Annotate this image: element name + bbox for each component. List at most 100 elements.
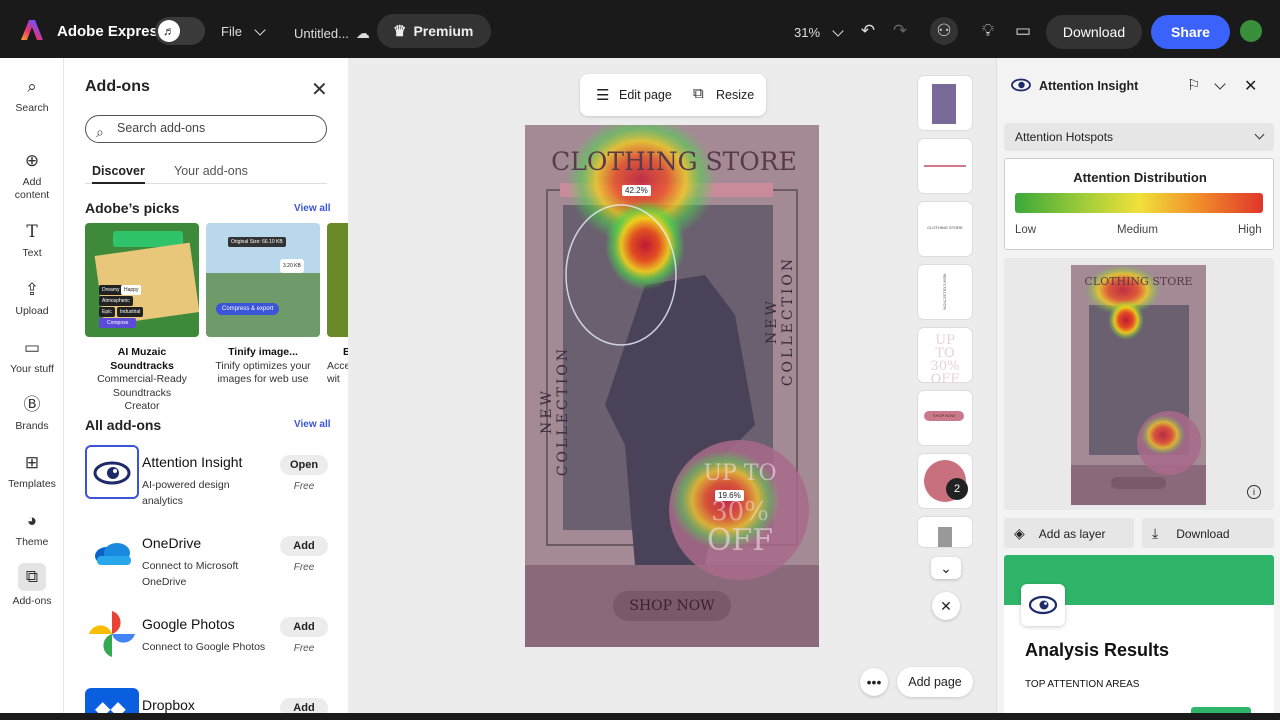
document-title[interactable]: Untitled... ☁: [294, 25, 370, 42]
pick-name: Tinify image...: [228, 346, 298, 358]
hotspots-dropdown[interactable]: Attention Hotspots: [1004, 123, 1274, 151]
nav-label: Theme: [15, 536, 49, 548]
edit-toolbar: ☰ Edit page ⧉ Resize: [580, 74, 766, 116]
pick-tile-text: Compose: [99, 318, 137, 328]
info-icon[interactable]: i: [1247, 485, 1261, 499]
nav-label: Search: [15, 102, 49, 114]
results-subtitle: TOP ATTENTION AREAS: [1025, 679, 1140, 690]
nav-addons[interactable]: ⧉ Add-ons: [0, 563, 64, 607]
addons-tabs: Discover Your add-ons: [85, 162, 327, 184]
design-page[interactable]: CLOTHING STORE 42.2% NEW COLLECTION NEW …: [525, 125, 819, 647]
chevron-down-icon[interactable]: [1214, 78, 1226, 90]
close-icon[interactable]: ✕: [1244, 76, 1257, 96]
pick-tile-third[interactable]: [327, 223, 348, 337]
tab-your-addons[interactable]: Your add-ons: [174, 164, 248, 178]
addon-name: Attention Insight: [142, 454, 243, 470]
edit-page-button[interactable]: Edit page: [619, 88, 672, 102]
add-page-button[interactable]: Add page: [897, 667, 973, 697]
nav-label: Templates: [8, 478, 56, 490]
search-input[interactable]: ⌕ Search add-ons: [85, 115, 327, 143]
distribution-title: Attention Distribution: [1073, 170, 1207, 185]
thumbnail[interactable]: NEW COLLECTION: [918, 265, 972, 319]
nav-templates[interactable]: ⊞ Templates: [0, 452, 64, 490]
thumbnail[interactable]: UP TO 30% OFF: [918, 328, 972, 386]
comment-icon[interactable]: ▭: [1009, 17, 1037, 45]
bottom-strip: [0, 713, 1280, 720]
zoom-value: 31%: [794, 25, 821, 40]
premium-button[interactable]: ♛ Premium: [377, 14, 491, 48]
nav-add-content[interactable]: ⊕ Add content: [0, 150, 64, 202]
nav-upload[interactable]: ⇪ Upload: [0, 279, 64, 317]
pick-desc: Acce wit: [327, 359, 348, 386]
open-button[interactable]: Open: [280, 455, 328, 475]
pick-caption-tinify: Tinify image... Tinify optimizes your ima…: [206, 346, 320, 387]
poster-side-text: NEW COLLECTION: [539, 345, 571, 477]
thumbnail[interactable]: CLOTHING STORE: [918, 202, 972, 256]
pick-tile-text: Happy: [121, 285, 142, 295]
thumbnail[interactable]: [918, 517, 972, 547]
add-as-layer-button[interactable]: ◈ Add as layer: [1004, 518, 1134, 548]
download-button[interactable]: Download: [1046, 15, 1142, 49]
resize-button[interactable]: Resize: [716, 88, 754, 102]
list-item[interactable]: OneDrive Connect to Microsoft OneDrive A…: [85, 526, 329, 588]
left-nav: ⌕ Search ⊕ Add content T Text ⇪ Upload ▭ Your…: [0, 58, 64, 720]
toggle-knob-icon: ♬: [158, 20, 180, 42]
avatar[interactable]: [1240, 20, 1262, 42]
thumbnail[interactable]: SHOP NOW: [918, 391, 972, 445]
palette-icon: ◕: [26, 511, 38, 530]
distribution-gradient-bar: [1015, 193, 1263, 213]
nav-label: Your stuff: [10, 363, 54, 375]
addons-icon: ⧉: [18, 563, 46, 591]
adobe-logo-icon[interactable]: [20, 18, 44, 42]
panel-title: Attention Insight: [1039, 79, 1139, 93]
file-menu[interactable]: File: [221, 23, 266, 39]
share-button[interactable]: Share: [1151, 15, 1230, 49]
promo-text: UP TO: [703, 461, 777, 486]
heatmap-preview: CLOTHING STORE i: [1004, 258, 1274, 510]
page-count-badge: 2: [946, 478, 968, 500]
add-button[interactable]: Add: [280, 536, 328, 556]
pick-tile-text: Compress & export: [216, 303, 280, 315]
flag-icon[interactable]: ⚐: [1187, 76, 1200, 94]
view-all-link[interactable]: View all: [294, 203, 331, 214]
view-all-link[interactable]: View all: [294, 419, 331, 430]
download-button[interactable]: ⤓ Download: [1142, 518, 1274, 548]
mode-toggle[interactable]: ♬: [155, 17, 205, 45]
close-icon[interactable]: ✕: [311, 77, 328, 102]
sliders-icon: ☰: [596, 87, 610, 104]
undo-icon[interactable]: ↶: [854, 17, 882, 45]
tab-discover[interactable]: Discover: [92, 164, 145, 184]
list-item[interactable]: Attention Insight AI-powered design anal…: [85, 445, 329, 507]
addon-price: Free: [293, 643, 315, 654]
nav-your-stuff[interactable]: ▭ Your stuff: [0, 337, 64, 375]
attention-distribution-card: Attention Distribution Low Medium High: [1004, 158, 1274, 250]
file-menu-label: File: [221, 24, 242, 39]
text-icon: T: [26, 222, 38, 242]
low-label: Low: [1015, 224, 1037, 236]
nav-text[interactable]: T Text: [0, 221, 64, 259]
pick-tile-muzaic[interactable]: Dreamy Happy Atmospheric Epic Industrial…: [85, 223, 199, 337]
hotspot-label: 42.2%: [622, 185, 651, 196]
search-placeholder: Search add-ons: [117, 121, 206, 135]
nav-search[interactable]: ⌕ Search: [0, 76, 64, 114]
thumbnail[interactable]: [918, 139, 972, 193]
heatmap-art: [1071, 265, 1206, 505]
collaborate-icon[interactable]: ⚇: [930, 17, 958, 45]
add-button[interactable]: Add: [280, 617, 328, 637]
list-item[interactable]: Google Photos Connect to Google Photos A…: [85, 607, 329, 667]
document-title-text: Untitled...: [294, 26, 349, 41]
lightbulb-icon[interactable]: 💡︎: [974, 17, 1002, 45]
thumb-text: NEW COLLECTION: [942, 273, 948, 310]
redo-icon[interactable]: ↷: [886, 17, 914, 45]
thumbnail[interactable]: [918, 76, 972, 130]
chevron-down-icon[interactable]: ⌄: [931, 557, 961, 579]
close-icon[interactable]: ✕: [932, 592, 960, 620]
app-name[interactable]: Adobe Express: [57, 23, 166, 40]
more-options-icon[interactable]: •••: [860, 668, 888, 696]
zoom-dropdown[interactable]: 31%: [794, 24, 844, 40]
nav-label: Upload: [15, 305, 49, 317]
nav-brands[interactable]: Ⓑ Brands: [0, 394, 64, 432]
nav-theme[interactable]: ◕ Theme: [0, 510, 64, 548]
pick-desc: Commercial-Ready Soundtracks Creator: [97, 373, 187, 412]
pick-tile-tinify[interactable]: Original Size: 66.10 KB 3.20 KB Compress…: [206, 223, 320, 337]
